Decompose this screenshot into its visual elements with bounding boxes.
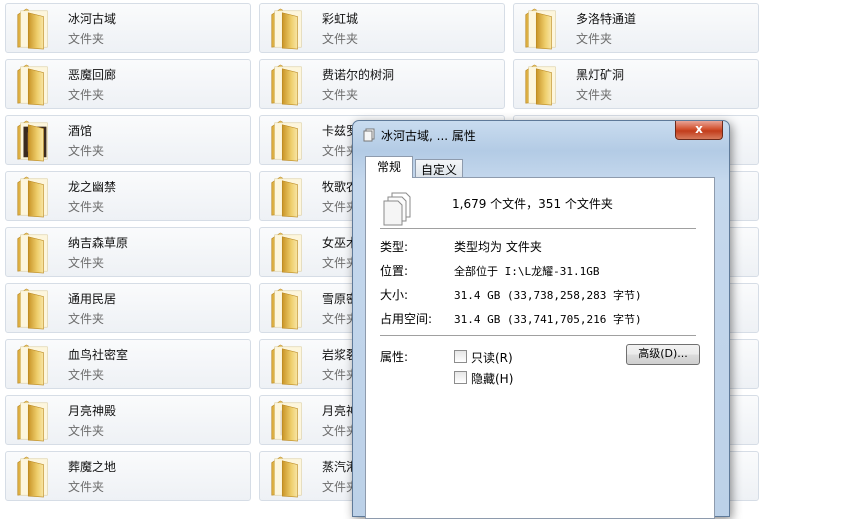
- folder-name: 费诺尔的树洞: [322, 68, 395, 82]
- folder-type: 文件夹: [68, 32, 105, 46]
- advanced-button[interactable]: 高级(D)...: [626, 344, 700, 365]
- dialog-title: 冰河古域, ... 属性: [381, 129, 476, 143]
- folder-name: 彩虹城: [322, 12, 359, 26]
- properties-dialog: 冰河古域, ... 属性 x 常规 自定义 1,679 个文件，351 个文件夹…: [352, 120, 730, 519]
- size-on-disk-label: 占用空间:: [380, 312, 433, 326]
- folder-name: 葬魔之地: [68, 460, 117, 474]
- folder-tile[interactable]: 彩虹城 文件夹: [259, 3, 505, 53]
- folder-type: 文件夹: [576, 32, 613, 46]
- size-value: 31.4 GB (33,738,258,283 字节): [454, 289, 642, 302]
- folder-tile[interactable]: 龙之幽禁 文件夹: [5, 171, 251, 221]
- folder-tile[interactable]: 纳吉森草原 文件夹: [5, 227, 251, 277]
- location-label: 位置:: [380, 264, 409, 278]
- multiple-files-icon: [383, 192, 411, 226]
- folder-name: 龙之幽禁: [68, 180, 117, 194]
- folder-name: 恶魔回廊: [68, 68, 117, 82]
- folder-type: 文件夹: [68, 480, 105, 494]
- folder-type: 文件夹: [68, 368, 105, 382]
- folder-type: 文件夹: [68, 200, 105, 214]
- folder-type: 文件夹: [68, 88, 105, 102]
- folder-tile[interactable]: 酒馆 文件夹: [5, 115, 251, 165]
- close-button[interactable]: x: [675, 121, 723, 140]
- folder-tile[interactable]: 冰河古域 文件夹: [5, 3, 251, 53]
- tab-custom[interactable]: 自定义: [415, 159, 463, 179]
- folder-name: 多洛特通道: [576, 12, 637, 26]
- readonly-checkbox[interactable]: [454, 350, 467, 363]
- separator: [380, 335, 696, 336]
- folder-tile[interactable]: 黑灯矿洞 文件夹: [513, 59, 759, 109]
- folder-name: 通用民居: [68, 292, 117, 306]
- close-icon: x: [695, 122, 703, 136]
- folder-type: 文件夹: [68, 144, 105, 158]
- folder-type: 文件夹: [68, 312, 105, 326]
- hidden-checkbox[interactable]: [454, 371, 467, 384]
- folder-tile[interactable]: 月亮神殿 文件夹: [5, 395, 251, 445]
- readonly-label: 只读(R): [471, 351, 513, 365]
- folder-name: 冰河古域: [68, 12, 117, 26]
- folder-type: 文件夹: [68, 424, 105, 438]
- folder-type: 文件夹: [576, 88, 613, 102]
- hidden-label: 隐藏(H): [471, 372, 514, 386]
- location-value: 全部位于 I:\L龙耀-31.1GB: [454, 265, 600, 278]
- folder-tile[interactable]: 通用民居 文件夹: [5, 283, 251, 333]
- general-panel: 1,679 个文件，351 个文件夹 类型: 类型均为 文件夹 位置: 全部位于…: [365, 177, 715, 519]
- folder-type: 文件夹: [322, 32, 359, 46]
- tab-general[interactable]: 常规: [365, 156, 413, 178]
- window-edge: [826, 0, 854, 501]
- separator: [380, 228, 696, 229]
- folder-name: 血鸟社密室: [68, 348, 129, 362]
- type-value: 类型均为 文件夹: [454, 240, 542, 254]
- contents-summary: 1,679 个文件，351 个文件夹: [452, 197, 613, 211]
- folder-tile[interactable]: 费诺尔的树洞 文件夹: [259, 59, 505, 109]
- properties-icon: [363, 128, 375, 142]
- folder-tile[interactable]: 葬魔之地 文件夹: [5, 451, 251, 501]
- folder-name: 黑灯矿洞: [576, 68, 625, 82]
- size-on-disk-value: 31.4 GB (33,741,705,216 字节): [454, 313, 642, 326]
- attributes-label: 属性:: [380, 350, 409, 364]
- folder-type: 文件夹: [68, 256, 105, 270]
- size-label: 大小:: [380, 288, 409, 302]
- folder-name: 月亮神殿: [68, 404, 117, 418]
- folder-name: 酒馆: [68, 124, 93, 138]
- folder-tile[interactable]: 恶魔回廊 文件夹: [5, 59, 251, 109]
- folder-tile[interactable]: 多洛特通道 文件夹: [513, 3, 759, 53]
- folder-type: 文件夹: [322, 88, 359, 102]
- folder-tile[interactable]: 血鸟社密室 文件夹: [5, 339, 251, 389]
- folder-name: 纳吉森草原: [68, 236, 129, 250]
- type-label: 类型:: [380, 240, 409, 254]
